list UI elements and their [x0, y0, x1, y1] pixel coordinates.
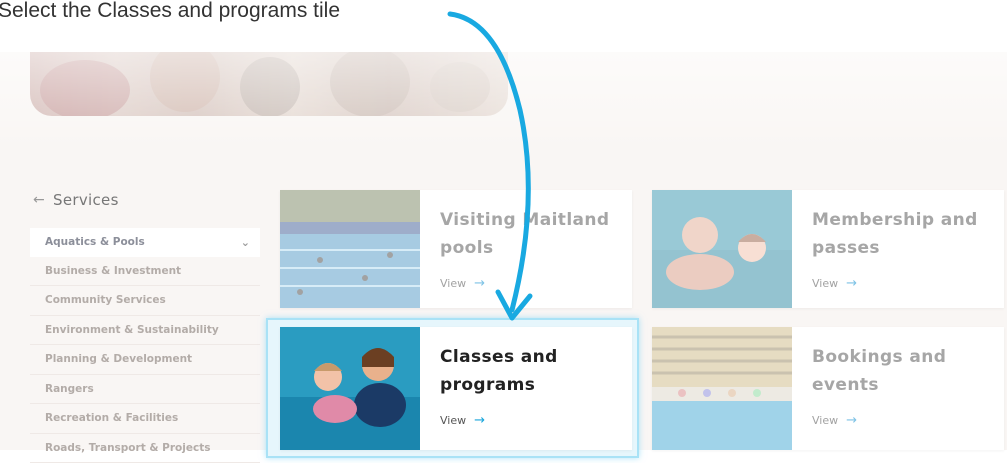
annotation-arrow-icon	[0, 0, 1007, 450]
